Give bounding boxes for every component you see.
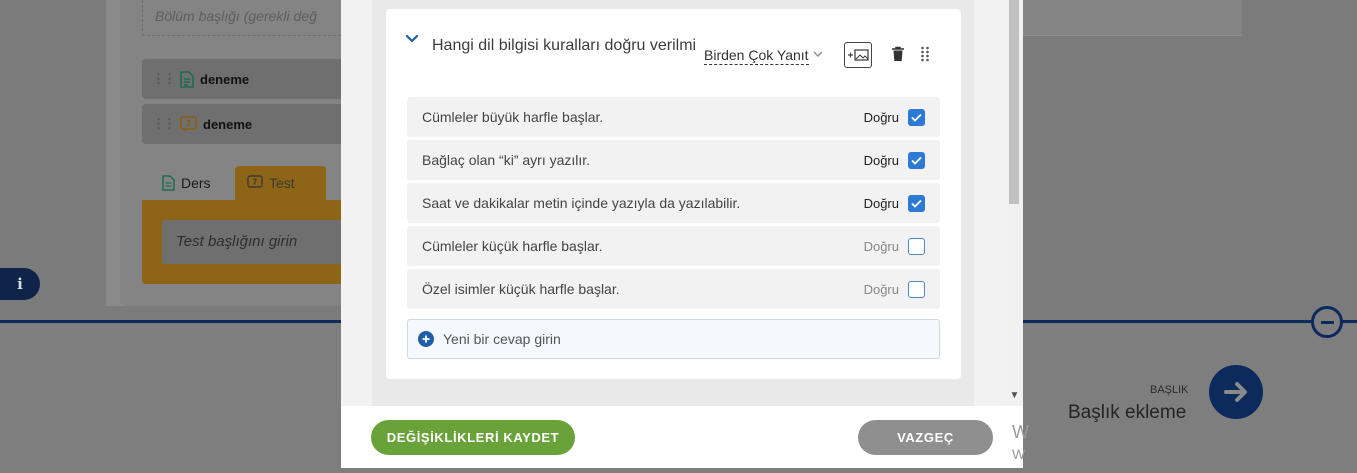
baslik-text[interactable]: Başlık ekleme — [1068, 402, 1186, 424]
new-answer-placeholder: Yeni bir cevap girin — [443, 331, 561, 347]
question-type-select[interactable]: Birden Çok Yanıt — [704, 47, 809, 65]
trash-icon[interactable] — [891, 46, 905, 62]
correct-label: Doğru — [863, 195, 899, 211]
chevron-down-icon[interactable] — [812, 48, 824, 60]
add-image-icon — [848, 49, 869, 61]
document-icon — [180, 70, 194, 88]
correct-label: Doğru — [863, 238, 899, 254]
answer-row[interactable]: Cümleler küçük harfle başlar. Doğru — [407, 226, 940, 266]
document-icon — [162, 175, 175, 191]
check-icon — [911, 156, 922, 165]
drag-handle-icon[interactable]: ⋮⋮ — [152, 116, 176, 132]
chevron-down-icon[interactable] — [404, 31, 420, 47]
drag-handle-icon[interactable]: ⋮⋮ — [152, 71, 176, 87]
correct-checkbox[interactable] — [908, 151, 925, 169]
correct-checkbox[interactable] — [908, 194, 925, 212]
correct-checkbox[interactable] — [908, 280, 925, 298]
answer-row[interactable]: Saat ve dakikalar metin içinde yazıyla d… — [407, 183, 940, 223]
answer-text[interactable]: Cümleler küçük harfle başlar. — [422, 238, 864, 254]
test-title-input[interactable]: Test başlığını girin — [162, 220, 356, 264]
correct-label: Doğru — [863, 109, 899, 125]
answer-row[interactable]: Cümleler büyük harfle başlar. Doğru — [407, 97, 940, 137]
answer-row[interactable]: Bağlaç olan “ki” ayrı yazılır. Doğru — [407, 140, 940, 180]
list-item[interactable]: ⋮⋮ deneme — [142, 59, 356, 99]
answer-text[interactable]: Bağlaç olan “ki” ayrı yazılır. — [422, 152, 864, 168]
check-icon — [911, 113, 922, 122]
plus-icon — [418, 331, 434, 347]
answer-text[interactable]: Özel isimler küçük harfle başlar. — [422, 281, 864, 297]
section-title-input[interactable]: Bölüm başlığı (gerekli değ — [142, 0, 356, 36]
modal-footer: DEĞİŞİKLİKLERİ KAYDET VAZGEÇ — [341, 406, 1023, 468]
correct-checkbox[interactable] — [908, 108, 925, 126]
arrow-right-icon[interactable] — [1209, 365, 1263, 419]
modal-content: Hangi dil bilgisi kuralları doğru verilm… — [341, 0, 1023, 406]
collapse-icon[interactable] — [1311, 306, 1343, 338]
question-title[interactable]: Hangi dil bilgisi kuralları doğru verilm… — [432, 37, 698, 55]
answer-text[interactable]: Cümleler büyük harfle başlar. — [422, 109, 864, 125]
tab-ders[interactable]: Ders — [150, 166, 223, 200]
check-icon — [911, 199, 922, 208]
answer-text[interactable]: Saat ve dakikalar metin içinde yazıyla d… — [422, 195, 864, 211]
list-item-label: deneme — [200, 71, 250, 87]
baslik-caption: BAŞLIK — [1150, 384, 1189, 396]
tab-label: Test — [269, 175, 295, 191]
cancel-button[interactable]: VAZGEÇ — [858, 420, 993, 455]
list-item[interactable]: ⋮⋮ ? deneme — [142, 104, 356, 144]
question-icon: ? — [180, 115, 197, 132]
edit-question-modal: Hangi dil bilgisi kuralları doğru verilm… — [341, 0, 1023, 468]
tab-test[interactable]: ? Test — [235, 166, 326, 200]
add-image-button[interactable] — [844, 42, 872, 68]
scroll-down-icon[interactable]: ▼ — [1007, 386, 1022, 404]
question-card: Hangi dil bilgisi kuralları doğru verilm… — [386, 9, 961, 379]
svg-text:?: ? — [186, 119, 191, 129]
correct-label: Doğru — [863, 152, 899, 168]
new-answer-input[interactable]: Yeni bir cevap girin — [407, 319, 940, 359]
correct-checkbox[interactable] — [908, 237, 925, 255]
scrollbar-thumb[interactable] — [1009, 0, 1019, 204]
correct-label: Doğru — [863, 281, 899, 297]
tab-label: Ders — [181, 175, 211, 191]
question-icon: ? — [247, 175, 263, 188]
partial-text: W — [1012, 422, 1029, 442]
answer-row[interactable]: Özel isimler küçük harfle başlar. Doğru — [407, 269, 940, 309]
info-icon[interactable]: i — [0, 268, 40, 300]
drag-handle-icon[interactable] — [920, 46, 930, 62]
svg-text:?: ? — [253, 178, 258, 187]
background-header-strip — [1022, 0, 1242, 36]
partial-text: W — [1012, 446, 1026, 462]
list-item-label: deneme — [203, 116, 253, 132]
save-changes-button[interactable]: DEĞİŞİKLİKLERİ KAYDET — [371, 420, 575, 455]
